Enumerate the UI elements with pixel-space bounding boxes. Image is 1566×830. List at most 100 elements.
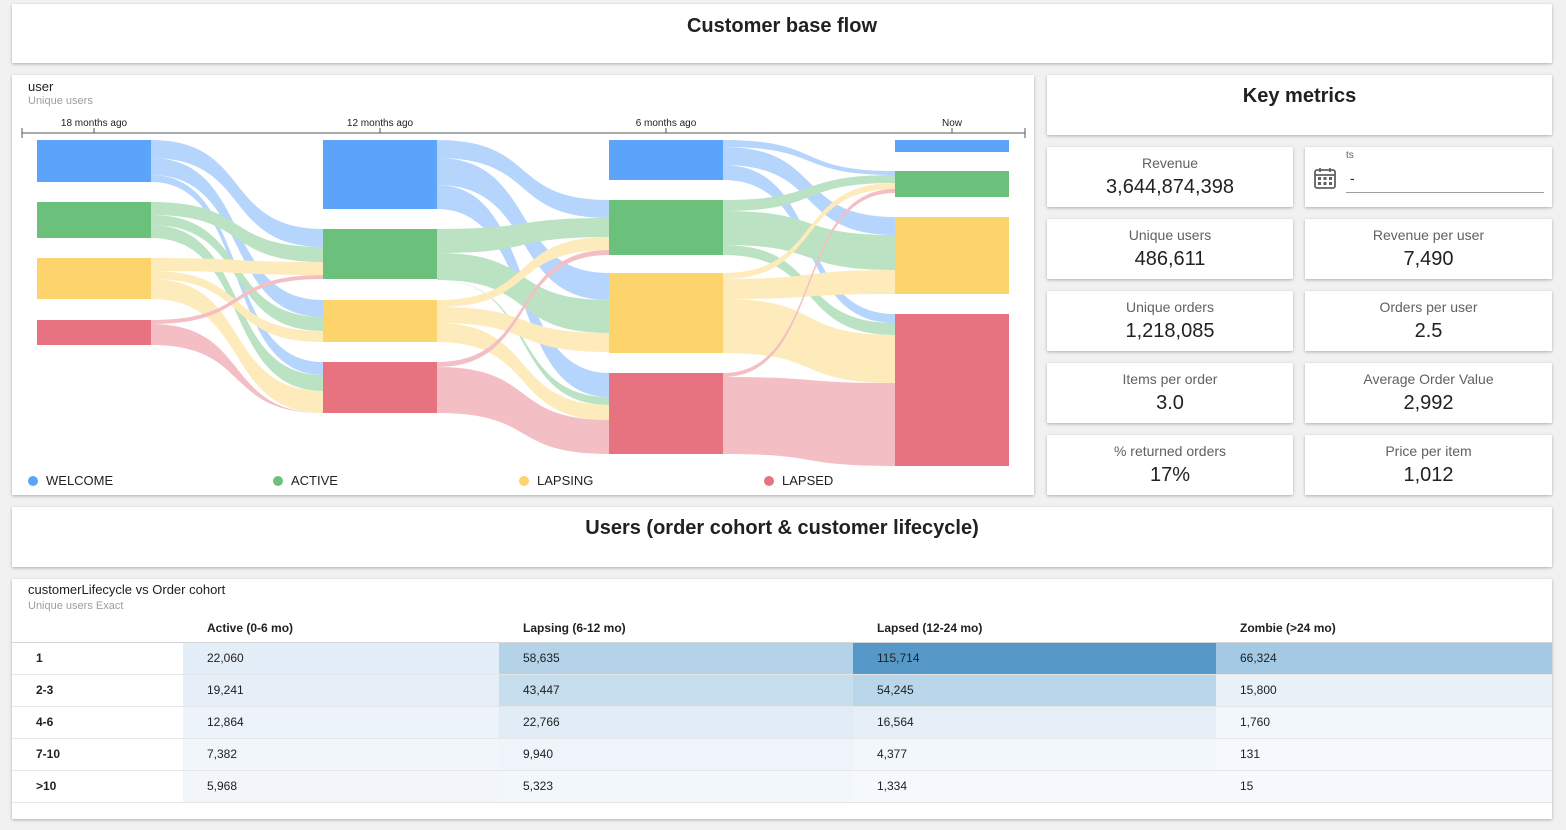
kpi-value: 486,611 xyxy=(1134,248,1206,270)
table-cell: 1,334 xyxy=(853,770,1216,803)
page-title: Customer base flow xyxy=(686,15,878,37)
table-cell: 7,382 xyxy=(183,738,499,771)
table-cell: 12,864 xyxy=(183,706,499,739)
node-12m-welcome xyxy=(323,140,437,209)
pivot-corner-header xyxy=(12,615,183,642)
time-label-18m: 18 months ago xyxy=(61,118,128,129)
node-now-active xyxy=(895,171,1009,197)
legend-lapsing: LAPSING xyxy=(519,473,593,488)
column-header: Lapsing (6-12 mo) xyxy=(523,621,626,636)
table-cell: 5,323 xyxy=(499,770,853,803)
sankey-diagram: 18 months ago 12 months ago 6 months ago… xyxy=(21,118,1026,466)
row-label: >10 xyxy=(12,770,183,803)
node-12m-lapsing xyxy=(323,300,437,342)
kpi-average-order-value: Average Order Value 2,992 xyxy=(1305,363,1552,423)
kpi-label: Orders per user xyxy=(1379,299,1478,315)
calendar-icon[interactable] xyxy=(1313,166,1337,190)
kpi-value: 3.0 xyxy=(1156,392,1184,414)
key-metrics-card: Key metrics xyxy=(1047,75,1552,135)
legend-dot-active xyxy=(273,475,283,486)
row-label: 7-10 xyxy=(12,738,183,771)
kpi-value: 1,012 xyxy=(1403,464,1454,486)
time-label-12m: 12 months ago xyxy=(347,118,414,129)
row-label: 4-6 xyxy=(12,706,183,739)
pivot-table: Active (0-6 mo) Lapsing (6-12 mo) Lapsed… xyxy=(12,615,1552,803)
table-cell: 54,245 xyxy=(853,674,1216,707)
kpi-value: 1,218,085 xyxy=(1125,320,1215,342)
node-now-lapsed xyxy=(895,314,1009,466)
table-cell: 4,377 xyxy=(853,738,1216,771)
kpi-label: Unique users xyxy=(1128,227,1212,243)
table-row: 7-10 7,382 9,940 4,377 131 xyxy=(12,738,1552,771)
time-label-now: Now xyxy=(942,118,963,129)
table-cell: 9,940 xyxy=(499,738,853,771)
table-cell: 19,241 xyxy=(183,674,499,707)
legend-dot-welcome xyxy=(28,475,38,486)
table-cell: 22,766 xyxy=(499,706,853,739)
kpi-unique-users: Unique users 486,611 xyxy=(1047,219,1293,279)
node-now-welcome xyxy=(895,140,1009,152)
kpi-value: 3,644,874,398 xyxy=(1106,176,1234,198)
table-cell: 131 xyxy=(1216,738,1552,771)
table-row: 2-3 19,241 43,447 54,245 15,800 xyxy=(12,674,1552,707)
node-6m-welcome xyxy=(609,140,723,180)
pivot-table-card: customerLifecycle vs Order cohort Unique… xyxy=(12,579,1552,819)
kpi-items-per-order: Items per order 3.0 xyxy=(1047,363,1293,423)
node-18m-lapsing xyxy=(37,258,151,299)
pivot-header-row: Active (0-6 mo) Lapsing (6-12 mo) Lapsed… xyxy=(12,615,1552,642)
kpi-value: 2,992 xyxy=(1403,392,1454,414)
table-row: 4-6 12,864 22,766 16,564 1,760 xyxy=(12,706,1552,739)
date-range-control[interactable]: ts - xyxy=(1305,147,1552,207)
node-18m-lapsed xyxy=(37,320,151,345)
legend-label-active: ACTIVE xyxy=(291,473,338,488)
table-cell: 5,968 xyxy=(183,770,499,803)
table-cell: 15,800 xyxy=(1216,674,1552,707)
kpi-label: Unique orders xyxy=(1126,299,1214,315)
node-6m-lapsed xyxy=(609,373,723,454)
node-18m-active xyxy=(37,202,151,238)
legend-dot-lapsing xyxy=(519,475,529,486)
legend-active: ACTIVE xyxy=(273,473,338,488)
table-cell: 58,635 xyxy=(499,642,853,675)
node-18m-welcome xyxy=(37,140,151,182)
date-filter-underline xyxy=(1346,192,1544,193)
kpi-label: % returned orders xyxy=(1113,443,1227,459)
legend-lapsed: LAPSED xyxy=(764,473,833,488)
kpi-value: 7,490 xyxy=(1403,248,1454,270)
pivot-title: customerLifecycle vs Order cohort xyxy=(28,582,226,597)
table-cell: 16,564 xyxy=(853,706,1216,739)
column-header: Active (0-6 mo) xyxy=(207,621,294,636)
kpi-revenue: Revenue 3,644,874,398 xyxy=(1047,147,1293,207)
legend-welcome: WELCOME xyxy=(28,473,113,488)
column-header: Lapsed (12-24 mo) xyxy=(877,621,983,636)
kpi-returned-orders: % returned orders 17% xyxy=(1047,435,1293,495)
legend-dot-lapsed xyxy=(764,475,774,486)
kpi-label: Price per item xyxy=(1385,443,1472,459)
node-6m-lapsing xyxy=(609,273,723,353)
table-cell: 22,060 xyxy=(183,642,499,675)
node-6m-active xyxy=(609,200,723,255)
date-filter-value[interactable]: - xyxy=(1350,170,1355,186)
key-metrics-title: Key metrics xyxy=(1242,85,1357,107)
kpi-price-per-item: Price per item 1,012 xyxy=(1305,435,1552,495)
section-title-card: Users (order cohort & customer lifecycle… xyxy=(12,507,1552,567)
table-row: >10 5,968 5,323 1,334 15 xyxy=(12,770,1552,803)
node-now-lapsing xyxy=(895,217,1009,294)
table-row: 1 22,060 58,635 115,714 66,324 xyxy=(12,642,1552,675)
pivot-subtitle: Unique users Exact xyxy=(28,600,124,612)
kpi-value: 17% xyxy=(1149,464,1191,486)
kpi-value: 2.5 xyxy=(1414,320,1443,342)
table-cell: 15 xyxy=(1216,770,1552,803)
column-header: Zombie (>24 mo) xyxy=(1240,621,1336,636)
kpi-orders-per-user: Orders per user 2.5 xyxy=(1305,291,1552,351)
date-filter-label: ts xyxy=(1346,150,1354,161)
legend-label-lapsing: LAPSING xyxy=(537,473,594,488)
node-12m-lapsed xyxy=(323,362,437,413)
kpi-label: Average Order Value xyxy=(1363,371,1494,387)
table-cell: 66,324 xyxy=(1216,642,1552,675)
kpi-label: Revenue xyxy=(1141,155,1199,171)
row-label: 1 xyxy=(12,642,183,675)
legend-label-welcome: WELCOME xyxy=(46,473,114,488)
header-card: Customer base flow xyxy=(12,4,1552,63)
flow3-lapsed-lapsed xyxy=(723,377,895,466)
